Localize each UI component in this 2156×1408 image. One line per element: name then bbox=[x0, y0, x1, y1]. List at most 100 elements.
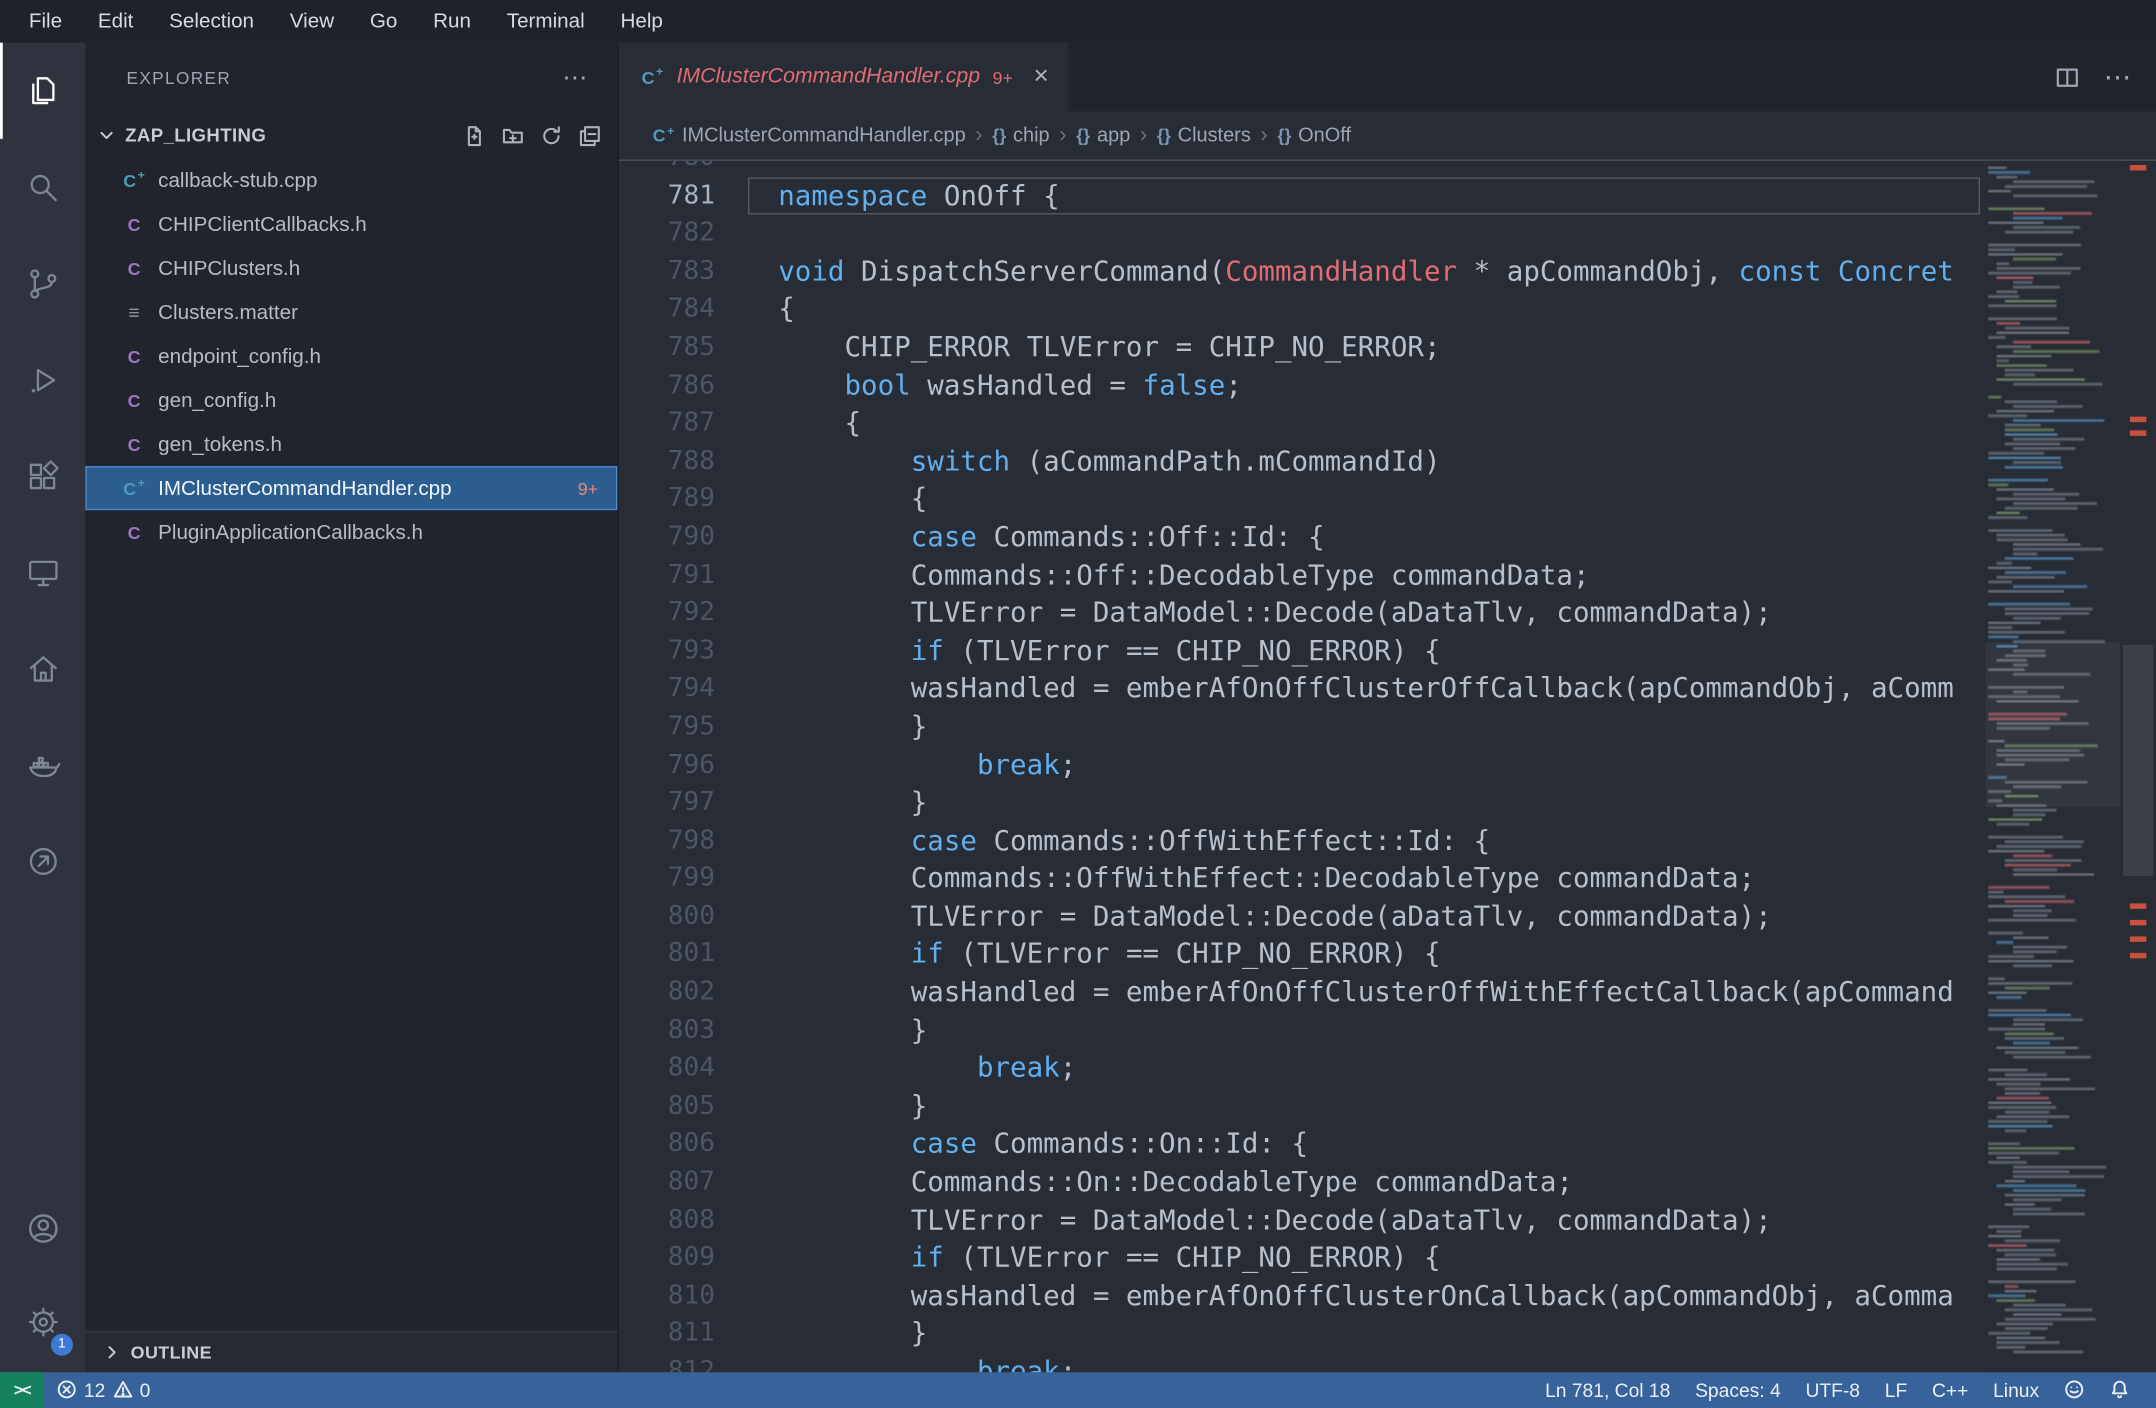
code-line-806[interactable]: 806 case Commands::On::Id: { bbox=[619, 1125, 1986, 1163]
code-line-799[interactable]: 799 Commands::OffWithEffect::DecodableTy… bbox=[619, 860, 1986, 898]
breadcrumb-item[interactable]: {} OnOff bbox=[1277, 124, 1351, 146]
indentation-status[interactable]: Spaces: 4 bbox=[1683, 1379, 1793, 1401]
file-row[interactable]: Cgen_config.h bbox=[85, 378, 617, 422]
code-line-802[interactable]: 802 wasHandled = emberAfOnOffClusterOffW… bbox=[619, 974, 1986, 1012]
menu-item-help[interactable]: Help bbox=[603, 0, 681, 43]
code-line-812[interactable]: 812 break; bbox=[619, 1353, 1986, 1372]
h-file-icon: C bbox=[127, 257, 141, 279]
remote-indicator[interactable]: >< bbox=[0, 1371, 44, 1408]
feedback-icon[interactable] bbox=[2052, 1380, 2097, 1401]
file-row[interactable]: C CHIPClientCallbacks.h bbox=[85, 202, 617, 246]
notifications-bell-icon[interactable] bbox=[2097, 1380, 2142, 1401]
breadcrumb-item[interactable]: {} Clusters bbox=[1157, 124, 1251, 146]
remote-explorer-icon[interactable] bbox=[0, 524, 85, 620]
tab-close-icon[interactable]: × bbox=[1034, 62, 1049, 92]
code-line-782[interactable]: 782 bbox=[619, 215, 1986, 253]
collapse-all-icon[interactable] bbox=[579, 124, 601, 146]
file-row[interactable]: C IMClusterCommandHandler.cpp 9+ bbox=[85, 466, 618, 511]
run-debug-icon[interactable] bbox=[0, 331, 85, 427]
account-icon[interactable] bbox=[0, 1182, 85, 1276]
code-line-780[interactable]: 780 bbox=[619, 161, 1986, 177]
code-line-784[interactable]: 784 { bbox=[619, 291, 1986, 329]
file-row[interactable]: C CHIPClusters.h bbox=[85, 246, 617, 290]
menu-item-view[interactable]: View bbox=[272, 0, 352, 43]
refresh-icon[interactable] bbox=[540, 124, 562, 146]
menu-item-edit[interactable]: Edit bbox=[80, 0, 151, 43]
code-line-787[interactable]: 787 { bbox=[619, 404, 1986, 442]
code-line-791[interactable]: 791 Commands::Off::DecodableType command… bbox=[619, 556, 1986, 594]
code-line-785[interactable]: 785 CHIP_ERROR TLVError = CHIP_NO_ERROR; bbox=[619, 329, 1986, 367]
warning-icon bbox=[113, 1381, 132, 1399]
editor-area: C IMClusterCommandHandler.cpp 9+ × ⋯ C IM… bbox=[618, 42, 2156, 1373]
code-editor[interactable]: 780 781 namespace OnOff {782 783 void Dispat… bbox=[619, 161, 1986, 1372]
home-icon[interactable] bbox=[0, 620, 85, 716]
code-line-798[interactable]: 798 case Commands::OffWithEffect::Id: { bbox=[619, 822, 1986, 860]
split-editor-icon[interactable] bbox=[2056, 65, 2079, 88]
minimap[interactable] bbox=[1985, 160, 2121, 1373]
code-line-795[interactable]: 795 } bbox=[619, 708, 1986, 746]
code-line-807[interactable]: 807 Commands::On::DecodableType commandD… bbox=[619, 1163, 1986, 1201]
code-line-794[interactable]: 794 wasHandled = emberAfOnOffClusterOffC… bbox=[619, 670, 1986, 708]
new-file-icon[interactable] bbox=[463, 124, 485, 146]
code-line-792[interactable]: 792 TLVError = DataModel::Decode(aDataTl… bbox=[619, 594, 1986, 632]
code-line-783[interactable]: 783 void DispatchServerCommand(CommandHan… bbox=[619, 253, 1986, 291]
encoding-status[interactable]: UTF-8 bbox=[1793, 1379, 1872, 1401]
editor-more-actions-icon[interactable]: ⋯ bbox=[2104, 60, 2132, 94]
eol-status[interactable]: LF bbox=[1872, 1379, 1919, 1401]
code-line-801[interactable]: 801 if (TLVError == CHIP_NO_ERROR) { bbox=[619, 936, 1986, 974]
code-line-809[interactable]: 809 if (TLVError == CHIP_NO_ERROR) { bbox=[619, 1239, 1986, 1277]
menu-item-file[interactable]: File bbox=[11, 0, 80, 43]
overview-error-mark bbox=[2129, 903, 2147, 909]
code-line-790[interactable]: 790 case Commands::Off::Id: { bbox=[619, 518, 1986, 556]
extensions-icon[interactable] bbox=[0, 428, 85, 524]
code-line-800[interactable]: 800 TLVError = DataModel::Decode(aDataTl… bbox=[619, 898, 1986, 936]
file-row[interactable]: ≡ Clusters.matter bbox=[85, 290, 617, 334]
folder-section-header[interactable]: ZAP_LIGHTING bbox=[85, 113, 617, 158]
code-line-811[interactable]: 811 } bbox=[619, 1315, 1986, 1353]
search-icon[interactable] bbox=[0, 139, 85, 235]
code-line-781[interactable]: 781 namespace OnOff { bbox=[619, 176, 1986, 215]
file-row[interactable]: Cendpoint_config.h bbox=[85, 334, 617, 378]
breadcrumb-item[interactable]: C IMClusterCommandHandler.cpp bbox=[652, 124, 966, 147]
file-name: endpoint_config.h bbox=[158, 344, 321, 368]
code-line-804[interactable]: 804 break; bbox=[619, 1049, 1986, 1087]
breadcrumb-label: Clusters bbox=[1177, 124, 1251, 147]
breadcrumb-item[interactable]: {} chip bbox=[992, 124, 1049, 146]
new-folder-icon[interactable] bbox=[502, 124, 524, 146]
line-content: } bbox=[778, 785, 928, 819]
scrollbar[interactable] bbox=[2120, 161, 2156, 1372]
scrollbar-slider[interactable] bbox=[2123, 644, 2154, 876]
file-row[interactable]: Ccallback-stub.cpp bbox=[85, 158, 617, 202]
code-line-803[interactable]: 803 } bbox=[619, 1012, 1986, 1050]
outline-section-header[interactable]: OUTLINE bbox=[85, 1330, 618, 1372]
code-line-810[interactable]: 810 wasHandled = emberAfOnOffClusterOnCa… bbox=[619, 1277, 1986, 1315]
problems-status[interactable]: 12 0 bbox=[44, 1372, 163, 1408]
remote-os-status[interactable]: Linux bbox=[1981, 1379, 2052, 1401]
code-line-789[interactable]: 789 { bbox=[619, 480, 1986, 518]
tab-active[interactable]: C IMClusterCommandHandler.cpp 9+ × bbox=[618, 42, 1069, 112]
code-line-796[interactable]: 796 break; bbox=[619, 746, 1986, 784]
source-control-icon[interactable] bbox=[0, 235, 85, 331]
code-line-788[interactable]: 788 switch (aCommandPath.mCommandId) bbox=[619, 442, 1986, 480]
menu-item-go[interactable]: Go bbox=[352, 0, 415, 43]
cursor-position[interactable]: Ln 781, Col 18 bbox=[1533, 1379, 1683, 1401]
sidebar-more-actions-icon[interactable]: ⋯ bbox=[562, 63, 587, 92]
code-line-797[interactable]: 797 } bbox=[619, 784, 1986, 822]
file-row[interactable]: C PluginApplicationCallbacks.h bbox=[85, 510, 617, 554]
code-line-793[interactable]: 793 if (TLVError == CHIP_NO_ERROR) { bbox=[619, 632, 1986, 670]
settings-gear-icon[interactable]: 1 bbox=[0, 1276, 85, 1370]
menu-item-run[interactable]: Run bbox=[415, 0, 489, 43]
code-line-805[interactable]: 805 } bbox=[619, 1087, 1986, 1125]
line-number: 796 bbox=[667, 748, 715, 779]
code-line-786[interactable]: 786 bool wasHandled = false; bbox=[619, 367, 1986, 405]
circle-arrow-icon[interactable] bbox=[0, 813, 85, 909]
explorer-icon[interactable] bbox=[0, 42, 85, 139]
language-mode[interactable]: C++ bbox=[1920, 1379, 1981, 1401]
menu-item-terminal[interactable]: Terminal bbox=[489, 0, 603, 43]
file-row[interactable]: Cgen_tokens.h bbox=[85, 422, 617, 466]
breadcrumb-item[interactable]: {} app bbox=[1076, 124, 1130, 146]
docker-icon[interactable] bbox=[0, 716, 85, 812]
code-line-808[interactable]: 808 TLVError = DataModel::Decode(aDataTl… bbox=[619, 1201, 1986, 1239]
line-content: if (TLVError == CHIP_NO_ERROR) { bbox=[910, 633, 1441, 667]
menu-item-selection[interactable]: Selection bbox=[151, 0, 272, 43]
